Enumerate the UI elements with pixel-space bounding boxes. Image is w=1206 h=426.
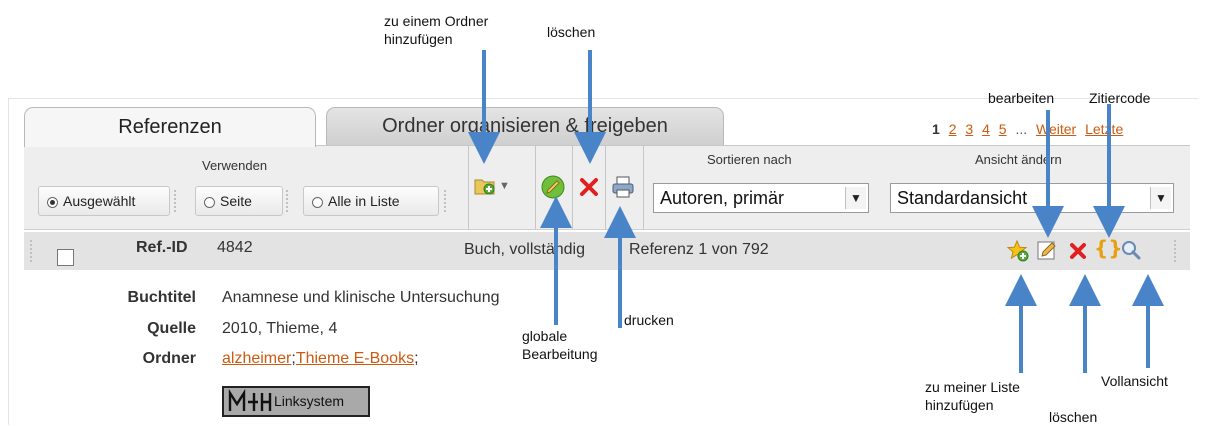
annotation-arrows [468, 50, 1164, 373]
tab-referenzen[interactable]: Referenzen [24, 107, 316, 147]
